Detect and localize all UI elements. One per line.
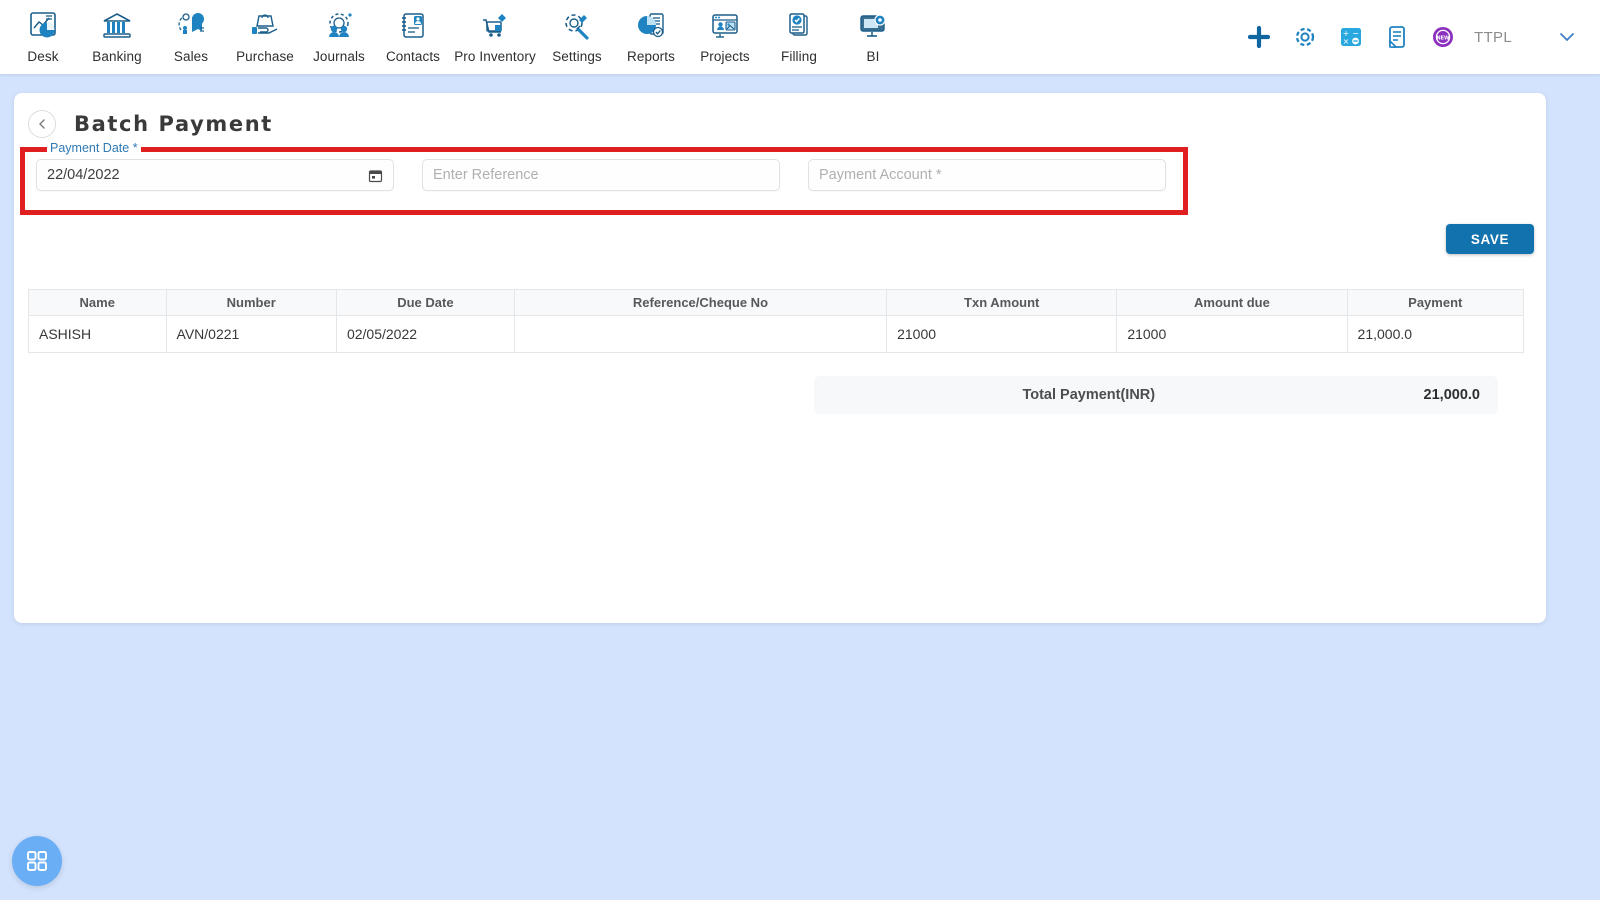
required-asterisk: * <box>132 141 138 155</box>
svg-text:−: − <box>1352 29 1359 38</box>
column-header-number[interactable]: Number <box>165 289 337 316</box>
top-navigation-bar: Desk Banking Sales Purchase Journals Con… <box>0 0 1600 74</box>
nav-item-bi[interactable]: BI <box>836 0 910 64</box>
nav-item-projects[interactable]: Projects <box>688 0 762 64</box>
cell-name: ASHISH <box>28 315 167 353</box>
payment-account-field: Payment Account * <box>808 149 1166 191</box>
nav-item-journals[interactable]: Journals <box>302 0 376 64</box>
nav-item-settings[interactable]: Settings <box>540 0 614 64</box>
new-badge-icon[interactable]: NEW <box>1420 14 1466 60</box>
chevron-down-icon[interactable] <box>1552 22 1582 52</box>
column-header-name[interactable]: Name <box>28 289 167 316</box>
nav-item-contacts[interactable]: Contacts <box>376 0 450 64</box>
calculator-icon[interactable]: + − × <box>1328 14 1374 60</box>
table-header: Name Number Due Date Reference/Cheque No… <box>28 289 1525 316</box>
table-header-row: Name Number Due Date Reference/Cheque No… <box>28 289 1525 316</box>
nav-item-filling[interactable]: Filling <box>762 0 836 64</box>
table-body: ASHISH AVN/0221 02/05/2022 21000 21000 2… <box>28 315 1525 353</box>
table-row[interactable]: ASHISH AVN/0221 02/05/2022 21000 21000 2… <box>28 315 1525 353</box>
payment-date-label: Payment Date * <box>47 141 141 155</box>
column-header-amount-due[interactable]: Amount due <box>1116 289 1348 316</box>
inventory-cart-icon <box>478 6 512 46</box>
nav-item-purchase[interactable]: Purchase <box>228 0 302 64</box>
nav-label: Purchase <box>236 49 294 64</box>
reference-input[interactable]: Enter Reference <box>422 159 780 191</box>
nav-label: Contacts <box>385 49 441 64</box>
payment-account-input[interactable]: Payment Account * <box>808 159 1166 191</box>
cell-amount-due: 21000 <box>1116 315 1348 353</box>
organization-name: TTPL <box>1474 28 1512 46</box>
total-payment-value: 21,000.0 <box>1423 387 1480 403</box>
column-header-txn-amount[interactable]: Txn Amount <box>886 289 1118 316</box>
column-header-payment[interactable]: Payment <box>1346 289 1525 316</box>
column-header-due-date[interactable]: Due Date <box>335 289 515 316</box>
calendar-icon[interactable] <box>368 168 383 183</box>
nav-item-desk[interactable]: Desk <box>6 0 80 64</box>
nav-label: Sales <box>173 49 209 64</box>
nav-label: Projects <box>700 49 750 64</box>
cell-due-date: 02/05/2022 <box>335 315 515 353</box>
nav-label: Banking <box>92 49 142 64</box>
journals-gear-people-icon <box>322 6 356 46</box>
nav-item-banking[interactable]: Banking <box>80 0 154 64</box>
page-title: Batch Payment <box>74 112 273 136</box>
nav-item-pro-inventory[interactable]: Pro Inventory <box>450 0 540 64</box>
payment-date-value: 22/04/2022 <box>47 167 120 183</box>
chevron-left-icon <box>39 119 45 129</box>
payments-table: Name Number Due Date Reference/Cheque No… <box>28 289 1525 353</box>
sales-megaphone-icon <box>174 6 208 46</box>
cell-reference[interactable] <box>513 315 888 353</box>
nav-item-reports[interactable]: Reports <box>614 0 688 64</box>
settings-gear-wrench-icon <box>560 6 594 46</box>
bank-building-icon <box>100 6 134 46</box>
svg-text:×: × <box>1343 37 1350 46</box>
nav-module-list: Desk Banking Sales Purchase Journals Con… <box>0 0 910 64</box>
nav-right-actions: + − × NEW TTPL <box>1236 0 1582 74</box>
apps-grid-button[interactable] <box>12 836 62 886</box>
reports-piechart-doc-icon <box>634 6 668 46</box>
nav-label: Pro Inventory <box>454 49 536 64</box>
payment-date-field: Payment Date * 22/04/2022 <box>36 141 394 191</box>
page-header: Batch Payment <box>14 93 1546 141</box>
cell-payment[interactable]: 21,000.0 <box>1346 315 1525 353</box>
cell-number: AVN/0221 <box>165 315 337 353</box>
apps-grid-icon <box>27 851 47 871</box>
batch-payment-card: Batch Payment Payment Date * 22/04/2022 <box>14 93 1546 623</box>
purchase-hand-bag-icon <box>248 6 282 46</box>
nav-label: Reports <box>627 49 675 64</box>
total-payment-bar: Total Payment(INR) 21,000.0 <box>814 376 1498 414</box>
nav-label: Journals <box>313 49 365 64</box>
reference-field: Enter Reference <box>422 149 780 191</box>
payment-form-row: Payment Date * 22/04/2022 Enter Referenc… <box>36 141 1176 211</box>
projects-browser-icon <box>708 6 742 46</box>
svg-text:NEW: NEW <box>1437 35 1451 41</box>
bi-monitor-gear-icon <box>856 6 890 46</box>
back-button[interactable] <box>28 110 56 138</box>
document-notes-icon[interactable] <box>1374 14 1420 60</box>
dashboard-chart-icon <box>26 6 60 46</box>
column-header-reference[interactable]: Reference/Cheque No <box>513 289 888 316</box>
nav-label: Filling <box>781 49 817 64</box>
nav-label: Settings <box>552 49 602 64</box>
filling-check-doc-icon <box>782 6 816 46</box>
nav-item-sales[interactable]: Sales <box>154 0 228 64</box>
gear-icon[interactable] <box>1282 14 1328 60</box>
cell-txn-amount: 21000 <box>886 315 1118 353</box>
payment-date-input[interactable]: 22/04/2022 <box>36 159 394 191</box>
nav-label: BI <box>866 49 880 64</box>
total-payment-label: Total Payment(INR) <box>1022 387 1156 403</box>
plus-icon[interactable] <box>1236 14 1282 60</box>
contacts-notebook-icon <box>396 6 430 46</box>
nav-label: Desk <box>27 49 59 64</box>
payments-table-wrapper: Name Number Due Date Reference/Cheque No… <box>28 289 1525 353</box>
payment-date-label-text: Payment Date <box>50 141 130 155</box>
save-button[interactable]: SAVE <box>1446 224 1534 254</box>
